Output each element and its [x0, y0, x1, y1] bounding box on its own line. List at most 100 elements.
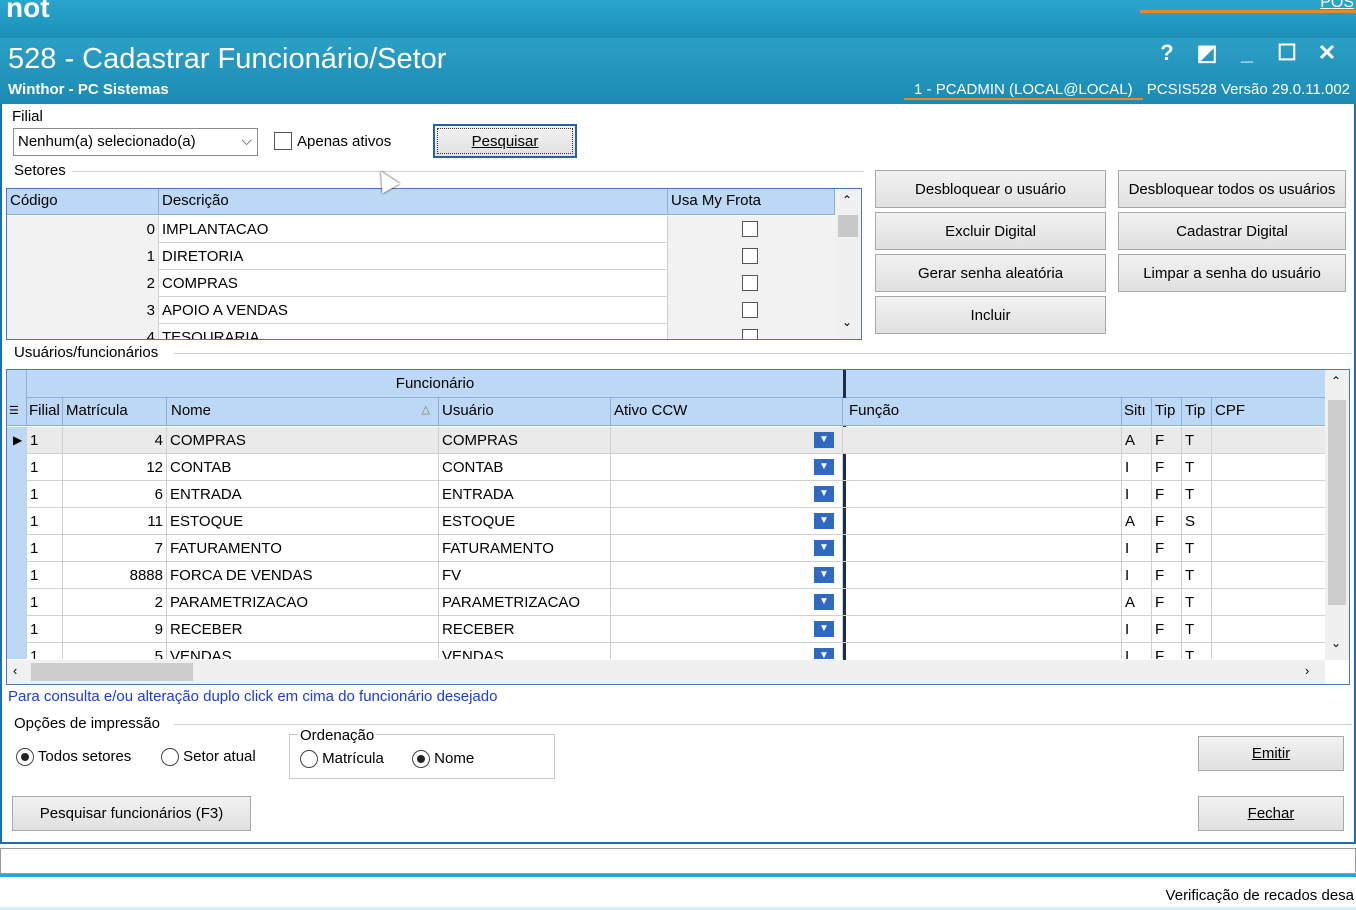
col-filial[interactable]: Filial [27, 398, 63, 425]
filial-select[interactable]: Nenhum(a) selecionado(a) ⌵ [13, 128, 258, 156]
nome-option[interactable]: Nome [412, 750, 474, 769]
setor-usa-my-frota-cell [668, 216, 835, 243]
usuario-row[interactable]: 1 12 CONTAB CONTAB ▼ I F T [7, 454, 1325, 481]
col-codigo[interactable]: Código [7, 189, 159, 214]
usa-my-frota-checkbox[interactable] [742, 275, 758, 291]
gerar-senha-button[interactable]: Gerar senha aleatória [875, 254, 1106, 292]
col-cpf[interactable]: CPF [1212, 398, 1325, 425]
setores-scrollbar[interactable]: ⌃ ⌄ [835, 189, 861, 339]
scroll-right-icon[interactable]: › [1305, 663, 1309, 678]
col-usuario[interactable]: Usuário [439, 398, 611, 425]
usuario-ativo-ccw[interactable]: ▼ [611, 535, 843, 562]
setor-descricao: IMPLANTACAO [159, 216, 668, 243]
setor-row[interactable]: 4 TESOURARIA [7, 324, 835, 339]
ativo-ccw-dropdown-icon[interactable]: ▼ [814, 621, 834, 637]
usuario-ativo-ccw[interactable]: ▼ [611, 643, 843, 659]
scroll-left-icon[interactable]: ‹ [13, 663, 17, 678]
usuario-row[interactable]: 1 7 FATURAMENTO FATURAMENTO ▼ I F T [7, 535, 1325, 562]
nome-radio[interactable] [412, 750, 430, 769]
setor-row[interactable]: 1 DIRETORIA [7, 243, 835, 270]
usuario-cpf [1212, 481, 1325, 508]
matricula-radio[interactable] [300, 750, 318, 769]
todos-setores-option[interactable]: Todos setores [16, 748, 131, 767]
setor-row[interactable]: 2 COMPRAS [7, 270, 835, 297]
usuarios-vscrollbar[interactable]: ⌃ ⌄ [1325, 370, 1349, 660]
matricula-option[interactable]: Matrícula [300, 750, 384, 769]
col-funcao[interactable]: Função [846, 398, 1122, 425]
col-tip-2[interactable]: Tip [1182, 398, 1212, 425]
usuario-row[interactable]: 1 9 RECEBER RECEBER ▼ I F T [7, 616, 1325, 643]
scroll-down-icon[interactable]: ⌄ [1331, 636, 1341, 650]
cadastrar-digital-button[interactable]: Cadastrar Digital [1118, 212, 1346, 250]
usuarios-hscrollbar[interactable]: ‹ › [7, 660, 1325, 684]
usuario-ativo-ccw[interactable]: ▼ [611, 562, 843, 589]
usuario-ativo-ccw[interactable]: ▼ [611, 454, 843, 481]
usuario-row[interactable]: 1 8888 FORCA DE VENDAS FV ▼ I F T [7, 562, 1325, 589]
incluir-button[interactable]: Incluir [875, 296, 1106, 334]
usuario-ativo-ccw[interactable]: ▼ [611, 616, 843, 643]
usa-my-frota-checkbox[interactable] [742, 248, 758, 264]
usuario-row[interactable]: 1 5 VENDAS VENDAS ▼ I F T [7, 643, 1325, 659]
col-ativo-ccw[interactable]: Ativo CCW [611, 398, 843, 425]
maximize-icon[interactable]: ☐ [1276, 40, 1298, 66]
usuario-row[interactable]: 1 11 ESTOQUE ESTOQUE ▼ A F S [7, 508, 1325, 535]
col-descricao[interactable]: Descrição [159, 189, 668, 214]
col-tip-1[interactable]: Tip [1152, 398, 1182, 425]
pesquisar-button[interactable]: Pesquisar [433, 124, 577, 158]
row-indicator [7, 616, 27, 643]
usuario-ativo-ccw[interactable]: ▼ [611, 589, 843, 616]
column-chooser-icon[interactable]: ☰ [7, 398, 27, 425]
usa-my-frota-checkbox[interactable] [742, 221, 758, 237]
usuario-ativo-ccw[interactable]: ▼ [611, 427, 843, 454]
close-icon[interactable]: ✕ [1316, 40, 1338, 66]
ativo-ccw-dropdown-icon[interactable]: ▼ [814, 459, 834, 475]
help-icon[interactable]: ? [1156, 40, 1178, 66]
setor-row[interactable]: 3 APOIO A VENDAS [7, 297, 835, 324]
hscroll-thumb[interactable] [31, 663, 193, 681]
pesquisar-funcionarios-button[interactable]: Pesquisar funcionários (F3) [12, 796, 251, 831]
scroll-thumb[interactable] [838, 215, 858, 237]
usuario-row[interactable]: 1 6 ENTRADA ENTRADA ▼ I F T [7, 481, 1325, 508]
col-matricula[interactable]: Matrícula [63, 398, 167, 425]
usuario-tip-1: F [1152, 535, 1182, 562]
usuario-funcao [846, 454, 1122, 481]
ativo-ccw-dropdown-icon[interactable]: ▼ [814, 594, 834, 610]
setor-atual-option[interactable]: Setor atual [161, 748, 256, 767]
usuario-nome: CONTAB [167, 454, 439, 481]
ativo-ccw-dropdown-icon[interactable]: ▼ [814, 567, 834, 583]
minimize-icon[interactable]: _ [1236, 40, 1258, 66]
setor-atual-radio[interactable] [161, 748, 179, 767]
col-sit[interactable]: Sitı [1122, 398, 1152, 425]
vscroll-thumb[interactable] [1328, 400, 1346, 605]
desbloquear-todos-button[interactable]: Desbloquear todos os usuários [1118, 170, 1346, 208]
col-usa-my-frota[interactable]: Usa My Frota [668, 189, 835, 214]
col-nome[interactable]: Nome △ [167, 398, 439, 425]
todos-setores-radio[interactable] [16, 748, 34, 767]
excluir-digital-button[interactable]: Excluir Digital [875, 212, 1106, 250]
fechar-button[interactable]: Fechar [1198, 796, 1344, 831]
setor-codigo: 3 [7, 297, 159, 324]
title-bar: 528 - Cadastrar Funcionário/Setor Wintho… [0, 38, 1356, 104]
ativo-ccw-dropdown-icon[interactable]: ▼ [814, 486, 834, 502]
desbloquear-usuario-button[interactable]: Desbloquear o usuário [875, 170, 1106, 208]
edit-icon[interactable]: ◩ [1196, 40, 1218, 66]
scroll-up-icon[interactable]: ⌃ [1331, 374, 1341, 388]
usa-my-frota-checkbox[interactable] [742, 302, 758, 318]
emitir-button[interactable]: Emitir [1198, 736, 1344, 771]
scroll-down-icon[interactable]: ⌄ [842, 315, 852, 329]
ativo-ccw-dropdown-icon[interactable]: ▼ [814, 432, 834, 448]
usa-my-frota-checkbox[interactable] [742, 329, 758, 339]
usuario-ativo-ccw[interactable]: ▼ [611, 481, 843, 508]
usuario-ativo-ccw[interactable]: ▼ [611, 508, 843, 535]
usuario-usuario: RECEBER [439, 616, 611, 643]
usuario-row[interactable]: 1 2 PARAMETRIZACAO PARAMETRIZACAO ▼ A F T [7, 589, 1325, 616]
ativo-ccw-dropdown-icon[interactable]: ▼ [814, 648, 834, 659]
usuario-sit: I [1122, 454, 1152, 481]
ativo-ccw-dropdown-icon[interactable]: ▼ [814, 513, 834, 529]
limpar-senha-button[interactable]: Limpar a senha do usuário [1118, 254, 1346, 292]
scroll-up-icon[interactable]: ⌃ [842, 193, 852, 207]
ativo-ccw-dropdown-icon[interactable]: ▼ [814, 540, 834, 556]
setor-row[interactable]: 0 IMPLANTACAO [7, 216, 835, 243]
apenas-ativos-checkbox[interactable] [274, 132, 292, 150]
usuario-row[interactable]: ▶ 1 4 COMPRAS COMPRAS ▼ A F T [7, 427, 1325, 454]
